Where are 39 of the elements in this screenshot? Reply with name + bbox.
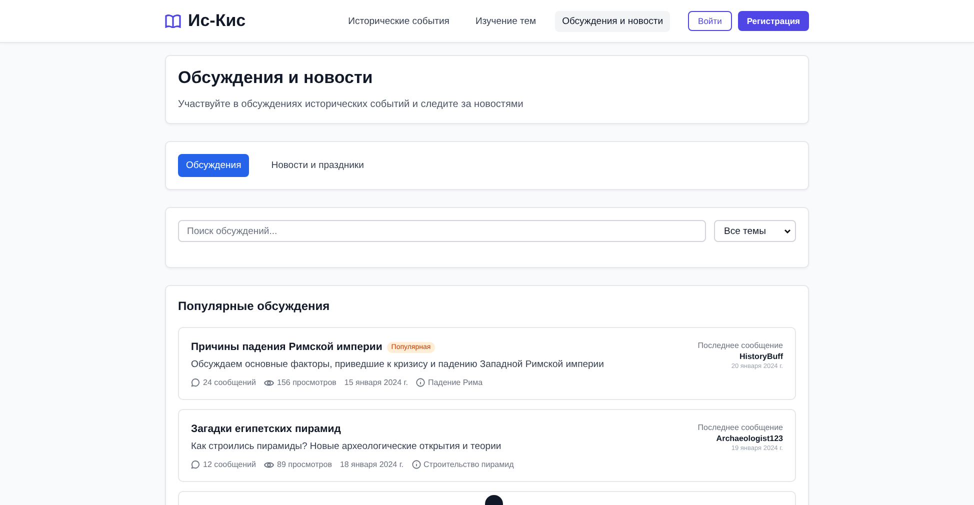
last-message-label: Последнее сообщение [698,341,783,350]
view-count: 89 просмотров [277,460,332,469]
discussion-date: 15 января 2024 г. [344,378,408,387]
book-icon [165,14,181,28]
chat-bubble-icon [191,378,200,387]
nav-link[interactable]: Изучение тем [468,10,544,32]
info-icon [416,378,425,387]
nav-link[interactable]: Исторические события [341,10,456,32]
register-button[interactable]: Регистрация [738,11,809,31]
chat-bubble-icon [191,460,200,469]
discussion-description: Как строились пирамиды? Новые археологические открытия и теории [191,441,502,452]
page-title: Обсуждения и новости [178,68,374,88]
section-title: Популярные обсуждения [178,299,331,313]
discussion-card[interactable] [178,327,796,400]
discussion-description: Обсуждаем основные факторы, приведшие к кризису и падению Западной Римской империи [191,359,604,370]
topic-select[interactable]: Все темы [714,220,796,242]
search-field[interactable]: Поиск обсуждений... [178,220,706,242]
nav-link[interactable]: Обсуждения и новости [555,10,670,32]
last-message-label: Последнее сообщение [698,423,783,432]
login-button[interactable]: Войти [688,11,732,31]
message-count: 24 сообщений [203,378,256,387]
message-count: 12 сообщений [203,460,256,469]
eye-icon [264,378,274,386]
discussion-title[interactable]: Причины падения Римской империи [191,341,382,353]
page-subtitle: Участвуйте в обсуждениях исторических событий и следите за новостями [178,99,524,110]
discussion-card[interactable] [178,409,796,482]
last-message-author: HistoryBuff [739,352,783,361]
last-message-author: Archaeologist123 [716,434,783,443]
tab[interactable]: Обсуждения [178,154,250,177]
info-icon [412,460,421,469]
topic-label: Падение Рима [428,378,483,387]
discussion-title[interactable]: Загадки египетских пирамид [191,423,341,435]
eye-icon [264,460,274,468]
discussion-date: 18 января 2024 г. [340,460,404,469]
topic-label: Строительство пирамид [424,460,514,469]
logo-text[interactable]: Ис-Кис [188,11,246,31]
view-count: 156 просмотров [277,378,336,387]
chevron-down-icon [784,228,791,234]
tab[interactable]: Новости и праздники [263,154,372,177]
